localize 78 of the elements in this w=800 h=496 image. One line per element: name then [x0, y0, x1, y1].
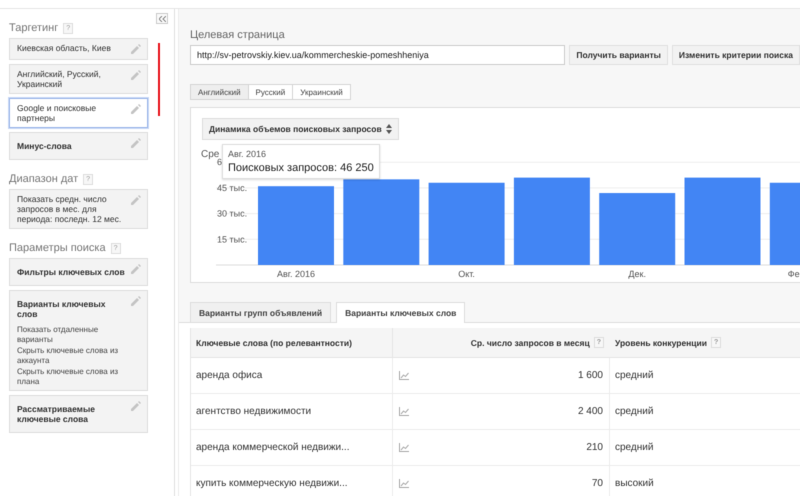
language-tab[interactable]: Русский: [248, 84, 294, 100]
setting-card[interactable]: Киевская область, Киев: [9, 38, 148, 60]
y-tick-label: 45 тыс.: [217, 182, 248, 193]
card-title: Показать средн. число запросов в мес. для периода: последн. 12 мес.: [17, 194, 122, 224]
table-cell: аренда коммерческой недвижи...: [191, 430, 393, 466]
results-tab[interactable]: Варианты групп объявлений: [190, 302, 332, 322]
chart-dropdown[interactable]: Динамика объемов поисковых запросов: [202, 118, 399, 140]
setting-card[interactable]: Минус-слова: [9, 132, 148, 160]
table-cell: средний: [610, 358, 800, 394]
card-option: Скрыть ключевые слова из плана: [17, 367, 127, 386]
action-button[interactable]: Получить варианты: [569, 45, 668, 65]
action-button[interactable]: Изменить критерии поиска: [672, 45, 800, 65]
table-cell: средний: [610, 430, 800, 466]
pencil-icon: [130, 263, 142, 275]
chart-bar[interactable]: [599, 193, 676, 265]
card-title: Варианты ключевых слов: [17, 298, 106, 321]
setting-card[interactable]: Google и поисковые партнеры: [9, 98, 148, 128]
collapse-button[interactable]: [156, 13, 168, 24]
table-cell: 1 600: [578, 370, 603, 381]
x-tick-label: Дек.: [628, 269, 646, 279]
tooltip-date: Авг. 2016: [228, 149, 267, 159]
section-title: Диапазон дат: [9, 173, 78, 185]
card-title: Английский, Русский, Украинский: [17, 69, 102, 89]
setting-card[interactable]: Английский, Русский, Украинский: [9, 64, 148, 94]
pencil-icon: [130, 137, 142, 149]
card-option: Показать отдаленные варианты: [17, 325, 127, 344]
line-chart-icon: [399, 443, 409, 452]
pencil-icon: [130, 69, 142, 81]
table-cell: 70: [592, 478, 603, 489]
chart-bar[interactable]: [770, 182, 800, 265]
pencil-icon: [130, 194, 142, 206]
table-cell: аренда офиса: [191, 358, 393, 394]
chart-bar[interactable]: [684, 178, 760, 265]
double-chevron-icon: [158, 16, 166, 22]
pencil-icon: [130, 400, 142, 412]
x-tick-label: Фе: [788, 269, 800, 279]
y-axis-label: Сре: [201, 149, 220, 160]
card-title: Google и поисковые партнеры: [17, 103, 98, 123]
setting-card[interactable]: Варианты ключевых слов Показать отдаленные варианты Скрыть ключевые слова из аккаунта Скрыть ключевые слова из плана: [9, 290, 148, 391]
results-tab[interactable]: Варианты ключевых слов: [336, 302, 466, 323]
column-header: Ключевые слова (по релевантности): [191, 328, 393, 358]
url-field[interactable]: http://sv-petrovskiy.kiev.ua/kommercheskie-pomeshheniya: [190, 45, 566, 65]
language-tab[interactable]: Украинский: [292, 84, 351, 100]
card-option: Скрыть ключевые слова из аккаунта: [17, 346, 127, 365]
setting-card[interactable]: Рассматриваемые ключевые слова: [9, 395, 148, 433]
setting-card[interactable]: Показать средн. число запросов в мес. для периода: последн. 12 мес.: [9, 189, 148, 229]
y-tick-label: 15 тыс.: [217, 234, 248, 244]
y-tick-label: 6: [217, 157, 222, 168]
x-tick-label: Авг. 2016: [277, 269, 315, 279]
table-cell: высокий: [610, 466, 800, 496]
language-tab[interactable]: Английский: [190, 84, 249, 100]
x-tick-label: Окт.: [458, 269, 475, 279]
chart-bar[interactable]: [258, 186, 334, 265]
sort-arrows-icon: [386, 124, 392, 134]
setting-card[interactable]: Фильтры ключевых слов: [9, 258, 148, 286]
pencil-icon: [130, 295, 142, 307]
line-chart-icon: [399, 407, 409, 416]
table-cell: агентство недвижимости: [191, 394, 393, 430]
table-cell: 210: [586, 442, 603, 453]
section-title: Параметры поиска: [9, 242, 106, 254]
tooltip-value: Поисковых запросов: 46 250: [228, 162, 374, 174]
chart-bar[interactable]: [428, 182, 505, 265]
line-chart-icon: [399, 479, 409, 488]
table-cell: 2 400: [578, 406, 603, 417]
card-title: Киевская область, Киев: [17, 43, 111, 53]
card-title: Фильтры ключевых слов: [17, 266, 125, 279]
table-cell: купить коммерческую недвижи...: [191, 466, 393, 496]
pencil-icon: [130, 103, 142, 115]
chart-bar[interactable]: [514, 178, 590, 265]
field-label: Целевая страница: [190, 29, 286, 41]
pencil-icon: [130, 43, 142, 55]
card-title: Рассматриваемые ключевые слова: [17, 403, 96, 426]
section-title: Таргетинг: [9, 22, 58, 34]
card-title: Минус-слова: [17, 140, 72, 153]
table-cell: средний: [610, 394, 800, 430]
y-tick-label: 30 тыс.: [217, 208, 248, 219]
line-chart-icon: [399, 371, 409, 380]
chart-bar[interactable]: [343, 179, 420, 265]
